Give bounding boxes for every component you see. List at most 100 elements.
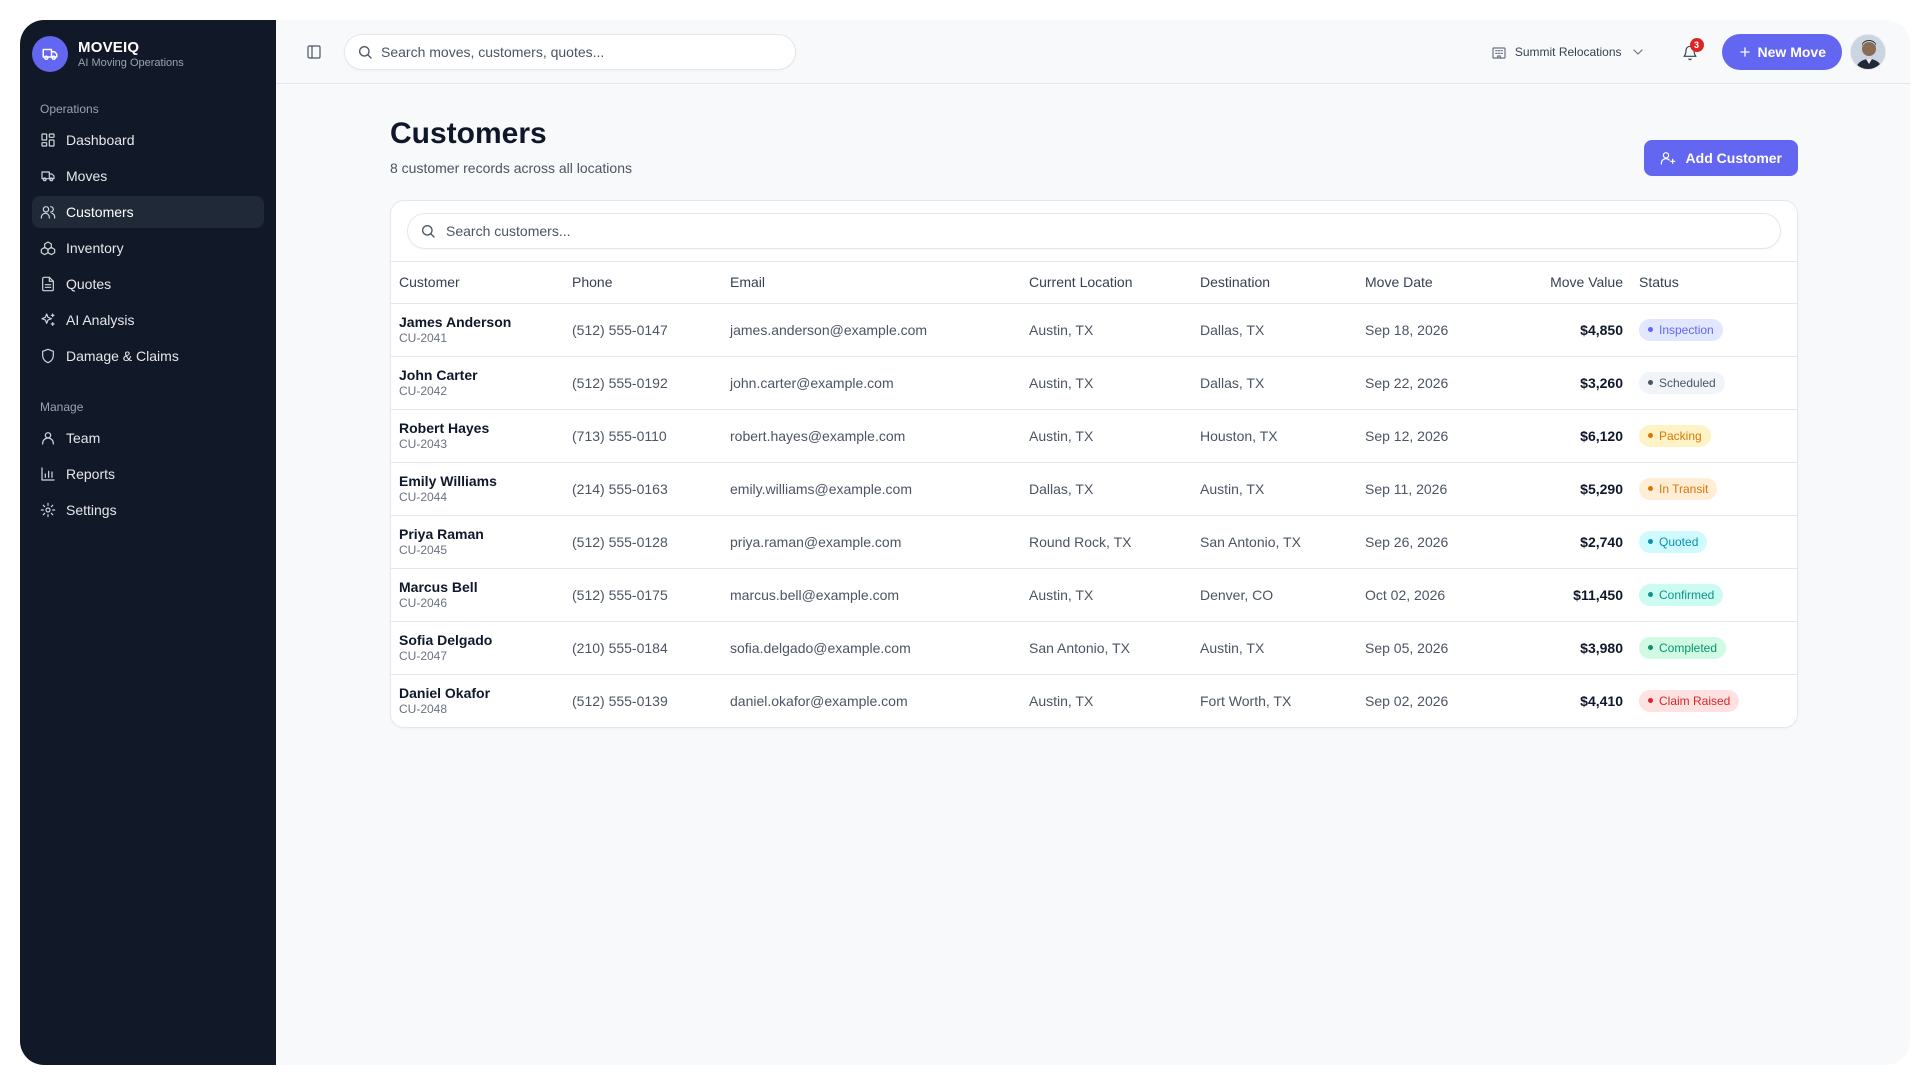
cell-status: Scheduled bbox=[1631, 356, 1797, 410]
cell-destination: Fort Worth, TX bbox=[1200, 692, 1292, 709]
cell-customer: Sofia Delgado CU-2047 bbox=[391, 621, 564, 675]
table-row[interactable]: Emily Williams CU-2044 (214) 555-0163 emily… bbox=[391, 462, 1797, 516]
cell-phone: (214) 555-0163 bbox=[564, 462, 722, 516]
notification-count-badge: 3 bbox=[1689, 37, 1704, 52]
bar-chart-icon bbox=[41, 467, 55, 481]
cell-customer: Marcus Bell CU-2046 bbox=[391, 568, 564, 622]
global-search[interactable] bbox=[344, 33, 796, 70]
status-badge: Confirmed bbox=[1639, 583, 1724, 606]
global-search-input[interactable] bbox=[381, 43, 783, 60]
status-label: Scheduled bbox=[1659, 375, 1716, 390]
sidebar-item-settings[interactable]: Settings bbox=[32, 494, 264, 526]
customer-name[interactable]: Priya Raman bbox=[399, 526, 556, 543]
add-customer-button[interactable]: Add Customer bbox=[1643, 140, 1798, 176]
table-row[interactable]: Daniel Okafor CU-2048 (512) 555-0139 daniel… bbox=[391, 674, 1797, 727]
sidebar-item-reports[interactable]: Reports bbox=[32, 458, 264, 490]
shield-icon bbox=[42, 348, 54, 364]
status-dot bbox=[1648, 698, 1653, 704]
boxes-icon bbox=[40, 241, 56, 256]
app-window: MOVEIQ AI Moving Operations Operations D… bbox=[20, 20, 1910, 1065]
cell-email: priya.raman@example.com bbox=[722, 515, 1021, 569]
customer-search-input[interactable] bbox=[446, 223, 1768, 239]
customer-search[interactable] bbox=[407, 213, 1781, 249]
col-destination[interactable]: Destination bbox=[1192, 262, 1357, 304]
brand[interactable]: MOVEIQ AI Moving Operations bbox=[32, 36, 264, 72]
cell-move-date: Sep 26, 2026 bbox=[1357, 515, 1492, 569]
status-badge: Quoted bbox=[1639, 530, 1708, 553]
sidebar-item-quotes[interactable]: Quotes bbox=[32, 268, 264, 300]
cell-customer: Emily Williams CU-2044 bbox=[391, 462, 564, 516]
cell-phone: (512) 555-0139 bbox=[572, 692, 668, 709]
table-row[interactable]: Marcus Bell CU-2046 (512) 555-0175 marcus.b… bbox=[391, 568, 1797, 622]
users-icon bbox=[40, 206, 56, 219]
table-row[interactable]: Priya Raman CU-2045 (512) 555-0128 priya.ra… bbox=[391, 515, 1797, 569]
table-row[interactable]: Robert Hayes CU-2043 (713) 555-0110 robert.… bbox=[391, 409, 1797, 463]
sidebar-item-inventory[interactable]: Inventory bbox=[32, 232, 264, 264]
cell-destination: San Antonio, TX bbox=[1192, 515, 1357, 569]
col-status[interactable]: Status bbox=[1631, 262, 1797, 304]
cell-move-value: $3,980 bbox=[1492, 621, 1631, 675]
user-avatar-icon bbox=[1851, 34, 1885, 69]
customer-id: CU-2044 bbox=[399, 489, 448, 504]
customer-name[interactable]: Daniel Okafor bbox=[399, 685, 556, 702]
gear-icon bbox=[40, 502, 56, 518]
cell-current-location: Austin, TX bbox=[1021, 409, 1192, 463]
cell-current-location: Austin, TX bbox=[1029, 692, 1094, 709]
cell-move-date: Sep 18, 2026 bbox=[1357, 303, 1492, 357]
sidebar-item-customers[interactable]: Customers bbox=[32, 196, 264, 228]
truck-logo-icon bbox=[32, 36, 68, 72]
col-phone[interactable]: Phone bbox=[564, 262, 722, 304]
sidebar-item-ai-analysis[interactable]: AI Analysis bbox=[32, 304, 264, 336]
customer-name[interactable]: Sofia Delgado bbox=[399, 632, 556, 649]
sidebar-toggle-button[interactable] bbox=[302, 40, 326, 64]
sidebar-item-team[interactable]: Team bbox=[32, 422, 264, 454]
cell-email: sofia.delgado@example.com bbox=[722, 621, 1021, 675]
customers-card: Customer Phone Email Current Location De… bbox=[390, 200, 1798, 728]
sidebar-item-label: Customers bbox=[66, 204, 134, 220]
status-dot bbox=[1648, 433, 1653, 438]
org-name: Summit Relocations bbox=[1514, 44, 1622, 59]
notifications-button[interactable]: 3 bbox=[1680, 37, 1704, 62]
col-email[interactable]: Email bbox=[722, 262, 1021, 304]
cell-destination: Dallas, TX bbox=[1192, 303, 1357, 357]
cell-move-date: Sep 02, 2026 bbox=[1365, 692, 1449, 709]
customer-name[interactable]: John Carter bbox=[399, 367, 556, 384]
cell-current-location: Austin, TX bbox=[1021, 568, 1192, 622]
customer-name[interactable]: Emily Williams bbox=[399, 473, 556, 490]
sparkles-icon bbox=[41, 313, 55, 326]
customer-name[interactable]: James Anderson bbox=[399, 314, 556, 331]
col-current-location[interactable]: Current Location bbox=[1021, 262, 1192, 304]
customer-name[interactable]: Marcus Bell bbox=[399, 579, 556, 596]
sidebar-item-label: Reports bbox=[66, 466, 116, 482]
topbar: Summit Relocations 3 New Move bbox=[276, 20, 1910, 84]
section-label-manage: Manage bbox=[40, 400, 84, 414]
customer-id: CU-2048 bbox=[399, 701, 448, 716]
sidebar-item-label: Damage & Claims bbox=[66, 348, 179, 364]
sidebar-item-dashboard[interactable]: Dashboard bbox=[32, 124, 264, 156]
status-label: Confirmed bbox=[1659, 587, 1715, 602]
sidebar-item-label: Moves bbox=[66, 168, 108, 184]
status-dot bbox=[1648, 327, 1653, 332]
table-row[interactable]: Sofia Delgado CU-2047 (210) 555-0184 sofia.… bbox=[391, 621, 1797, 675]
cell-destination: Houston, TX bbox=[1192, 409, 1357, 463]
sidebar-item-label: Settings bbox=[66, 502, 117, 518]
page-header: Customers 8 customer records across all … bbox=[390, 116, 1798, 176]
cell-current-location: Austin, TX bbox=[1021, 356, 1192, 410]
table-body: James Anderson CU-2041 (512) 555-0147 james… bbox=[391, 303, 1797, 727]
table-row[interactable]: James Anderson CU-2041 (512) 555-0147 james… bbox=[391, 303, 1797, 357]
col-move-value[interactable]: Move Value bbox=[1492, 262, 1631, 304]
sidebar-item-damage-claims[interactable]: Damage & Claims bbox=[32, 340, 264, 372]
col-customer[interactable]: Customer bbox=[391, 262, 564, 304]
customer-name[interactable]: Robert Hayes bbox=[399, 420, 556, 437]
cell-move-date: Sep 05, 2026 bbox=[1357, 621, 1492, 675]
org-switcher[interactable]: Summit Relocations bbox=[1491, 44, 1646, 60]
table-row[interactable]: John Carter CU-2042 (512) 555-0192 john.car… bbox=[391, 356, 1797, 410]
avatar[interactable] bbox=[1850, 33, 1886, 70]
status-dot bbox=[1648, 380, 1653, 385]
sidebar-item-moves[interactable]: Moves bbox=[32, 160, 264, 192]
cell-move-value: $3,260 bbox=[1492, 356, 1631, 410]
col-move-date[interactable]: Move Date bbox=[1357, 262, 1492, 304]
sidebar-item-label: Team bbox=[66, 430, 101, 446]
new-move-button[interactable]: New Move bbox=[1721, 33, 1842, 70]
cell-email: marcus.bell@example.com bbox=[722, 568, 1021, 622]
